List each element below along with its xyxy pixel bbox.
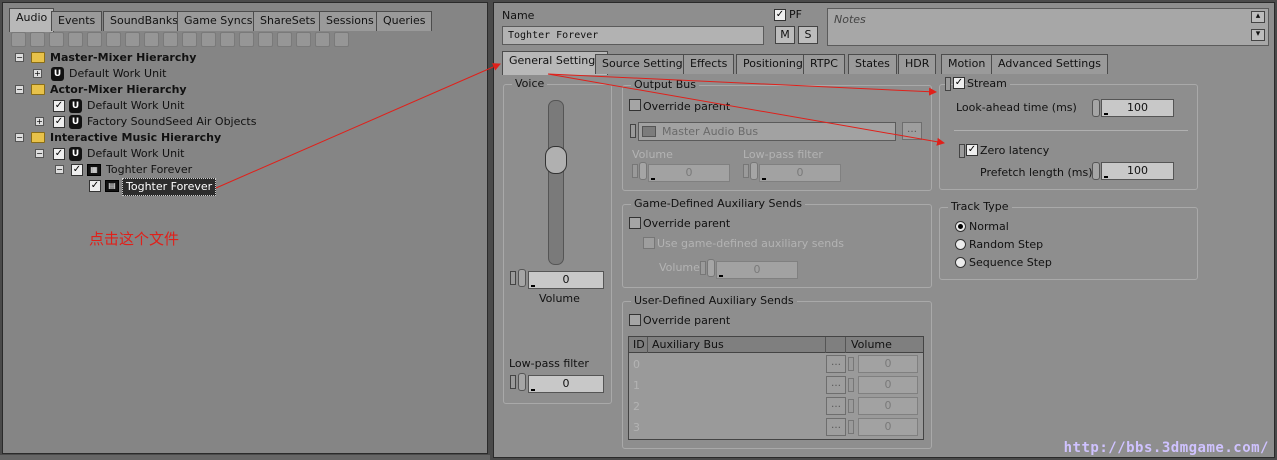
arrow-to-tab	[215, 63, 501, 189]
annotation-arrows	[215, 63, 945, 189]
arrow-to-zero-latency	[547, 73, 945, 146]
watermark-text: http://bbs.3dmgame.com/	[1063, 440, 1269, 456]
arrow-to-stream	[547, 73, 937, 96]
